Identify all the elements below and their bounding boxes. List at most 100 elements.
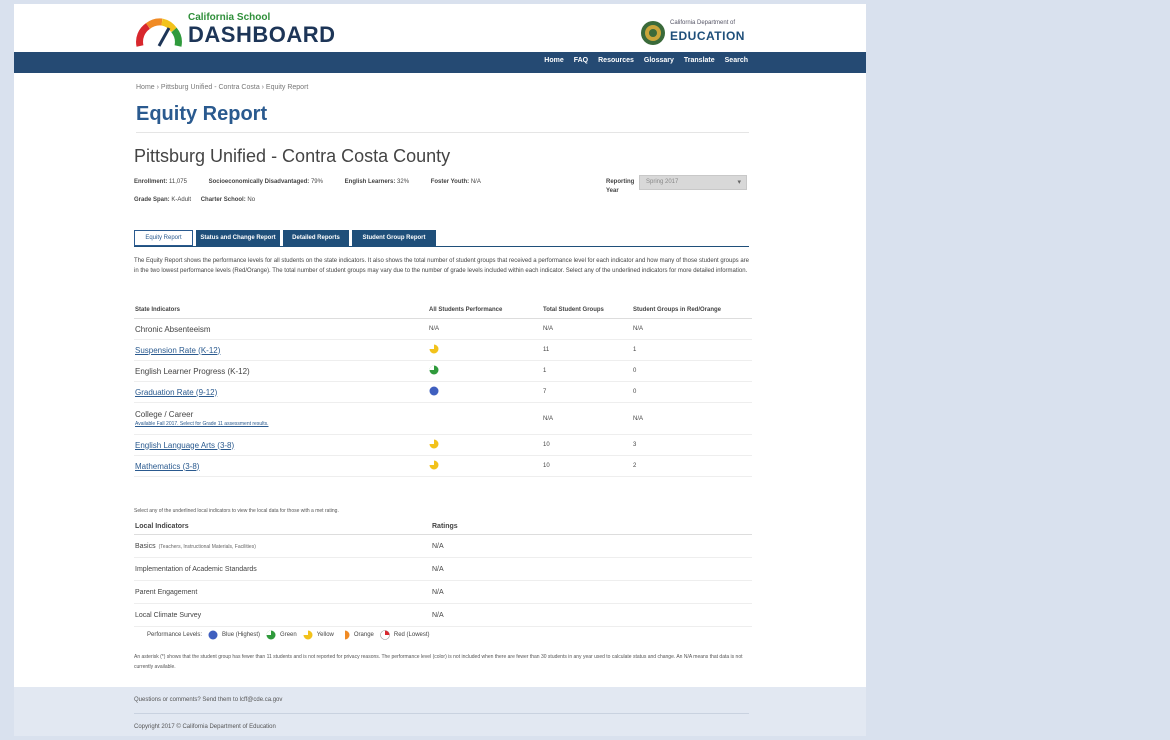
local-indicator-name: Local Climate Survey: [135, 611, 202, 619]
local-indicators-table: Local Indicators Ratings Basics (Teachers…: [134, 518, 752, 627]
blue-level-icon: [208, 630, 218, 640]
performance-cell: [428, 360, 542, 382]
legend-item-label: Red (Lowest): [393, 632, 430, 638]
nav-glossary[interactable]: Glossary: [644, 57, 674, 64]
rating-cell: N/A: [431, 580, 752, 604]
indicator-name[interactable]: English Language Arts (3-8): [135, 441, 234, 450]
rating-cell: N/A: [431, 557, 752, 581]
enrollment-value: 11,075: [169, 179, 187, 185]
red-orange-cell: 2: [632, 455, 752, 477]
reporting-year-select[interactable]: Spring 2017 ▾: [639, 175, 747, 190]
red-orange-cell: 0: [632, 381, 752, 403]
dashboard-logo[interactable]: California School DASHBOARD: [136, 10, 336, 50]
total-groups-cell: N/A: [542, 402, 632, 435]
district-name: Pittsburg Unified - Contra Costa County: [134, 146, 451, 166]
nav-items: Home FAQ Resources Glossary Translate Search: [544, 57, 748, 64]
indicator-cell: Suspension Rate (K-12): [134, 339, 428, 361]
footer-questions[interactable]: Questions or comments? Send them to lcff…: [134, 697, 282, 703]
total-groups-cell: 10: [542, 434, 632, 456]
nav-translate[interactable]: Translate: [684, 57, 715, 64]
footer-copyright: Copyright 2017 © California Department o…: [134, 724, 276, 730]
footnote: An asterisk (*) shows that the student g…: [134, 654, 743, 670]
cde-seal-icon: [641, 21, 665, 45]
nav-search[interactable]: Search: [725, 57, 748, 64]
tab-student-group-report[interactable]: Student Group Report: [352, 230, 436, 246]
legend-item-green: Green: [266, 630, 297, 640]
tab-equity-report[interactable]: Equity Report: [134, 230, 193, 246]
performance-cell: [428, 434, 542, 456]
performance-cell: [428, 339, 542, 361]
rating-cell: N/A: [431, 534, 752, 558]
performance-cell: N/A: [428, 318, 542, 340]
table-row: Mathematics (3-8) 10 2: [134, 455, 752, 477]
col-local-indicators: Local Indicators: [134, 518, 431, 535]
performance-value: N/A: [429, 326, 440, 332]
col-total-student-groups: Total Student Groups: [542, 302, 632, 319]
total-groups-cell: N/A: [542, 318, 632, 340]
red-orange-cell: 1: [632, 339, 752, 361]
col-red-orange-groups: Student Groups in Red/Orange: [632, 302, 752, 319]
red-orange-cell: 0: [632, 360, 752, 382]
cde-logo[interactable]: California Department of EDUCATION: [640, 20, 750, 50]
indicator-name: College / Career: [135, 410, 194, 419]
tab-detailed-reports[interactable]: Detailed Reports: [283, 230, 349, 246]
top-nav: Home FAQ Resources Glossary Translate Search: [14, 52, 866, 73]
local-indicator-name: Implementation of Academic Standards: [135, 565, 257, 573]
sed-label: Socioeconomically Disadvantaged:: [208, 179, 310, 185]
tab-status-and-change-report[interactable]: Status and Change Report: [196, 230, 280, 246]
total-groups-cell: 10: [542, 455, 632, 477]
indicator-name: English Learner Progress (K-12): [135, 366, 250, 376]
green-level-icon: [429, 365, 439, 375]
local-indicator-name: Basics: [135, 542, 156, 550]
legend-label: Performance Levels:: [147, 632, 203, 638]
chevron-down-icon: ▾: [737, 179, 741, 186]
indicator-sublink[interactable]: Available Fall 2017. Select for Grade 11…: [135, 421, 427, 427]
performance-cell: [428, 381, 542, 403]
local-table-body: Basics (Teachers, Instructional Materials…: [134, 534, 752, 627]
cde-bottom-text: EDUCATION: [670, 29, 745, 43]
district-facts: Enrollment: 11,075 Socioeconomically Dis…: [134, 179, 501, 185]
legend-item-label: Green: [280, 632, 297, 638]
enrollment-label: Enrollment:: [134, 179, 168, 185]
legend-item-yellow: Yellow: [303, 630, 334, 640]
indicator-cell: Chronic Absenteeism: [134, 318, 428, 340]
table-row: College / Career Available Fall 2017. Sel…: [134, 402, 752, 435]
yellow-level-icon: [429, 439, 439, 449]
yellow-level-icon: [429, 344, 439, 354]
state-table-body: Chronic Absenteeism N/A N/A N/A Suspension R…: [134, 318, 752, 477]
total-groups-cell: 7: [542, 381, 632, 403]
grade-label: Grade Span:: [134, 197, 170, 203]
local-indicator-cell: Local Climate Survey: [134, 603, 431, 627]
indicator-cell: Graduation Rate (9-12): [134, 381, 428, 403]
nav-home[interactable]: Home: [544, 57, 563, 64]
legend-item-orange: Orange: [340, 630, 374, 640]
enrollment-fact: Enrollment: 11,075: [134, 179, 197, 185]
breadcrumb[interactable]: Home › Pittsburg Unified - Contra Costa …: [136, 84, 308, 91]
total-groups-cell: 1: [542, 360, 632, 382]
rating-cell: N/A: [431, 603, 752, 627]
indicator-name[interactable]: Graduation Rate (9-12): [135, 388, 217, 397]
red-orange-cell: N/A: [632, 318, 752, 340]
foster-label: Foster Youth:: [430, 179, 470, 185]
sed-fact: Socioeconomically Disadvantaged: 79%: [209, 179, 333, 185]
charter-value: No: [247, 197, 256, 203]
report-tabs: Equity Report Status and Change Report Det…: [134, 230, 436, 246]
el-value: 32%: [397, 179, 410, 185]
state-indicators-table: State Indicators All Students Performanc…: [134, 302, 752, 477]
indicator-name[interactable]: Suspension Rate (K-12): [135, 346, 220, 355]
local-table-header: Local Indicators Ratings: [134, 518, 752, 535]
table-row: English Language Arts (3-8) 10 3: [134, 434, 752, 456]
col-ratings: Ratings: [431, 518, 752, 535]
blue-level-icon: [429, 386, 439, 396]
logo-big-text: DASHBOARD: [188, 22, 336, 47]
performance-cell: [428, 455, 542, 477]
yellow-level-icon: [429, 460, 439, 470]
el-label: English Learners:: [344, 179, 396, 185]
reporting-year-label: Reporting Year: [606, 179, 635, 194]
indicator-name[interactable]: Mathematics (3-8): [135, 462, 199, 471]
nav-resources[interactable]: Resources: [598, 57, 634, 64]
indicator-name: Chronic Absenteeism: [135, 324, 211, 334]
table-row: Basics (Teachers, Instructional Materials…: [134, 534, 752, 558]
nav-faq[interactable]: FAQ: [574, 57, 588, 64]
el-fact: English Learners: 32%: [345, 179, 419, 185]
